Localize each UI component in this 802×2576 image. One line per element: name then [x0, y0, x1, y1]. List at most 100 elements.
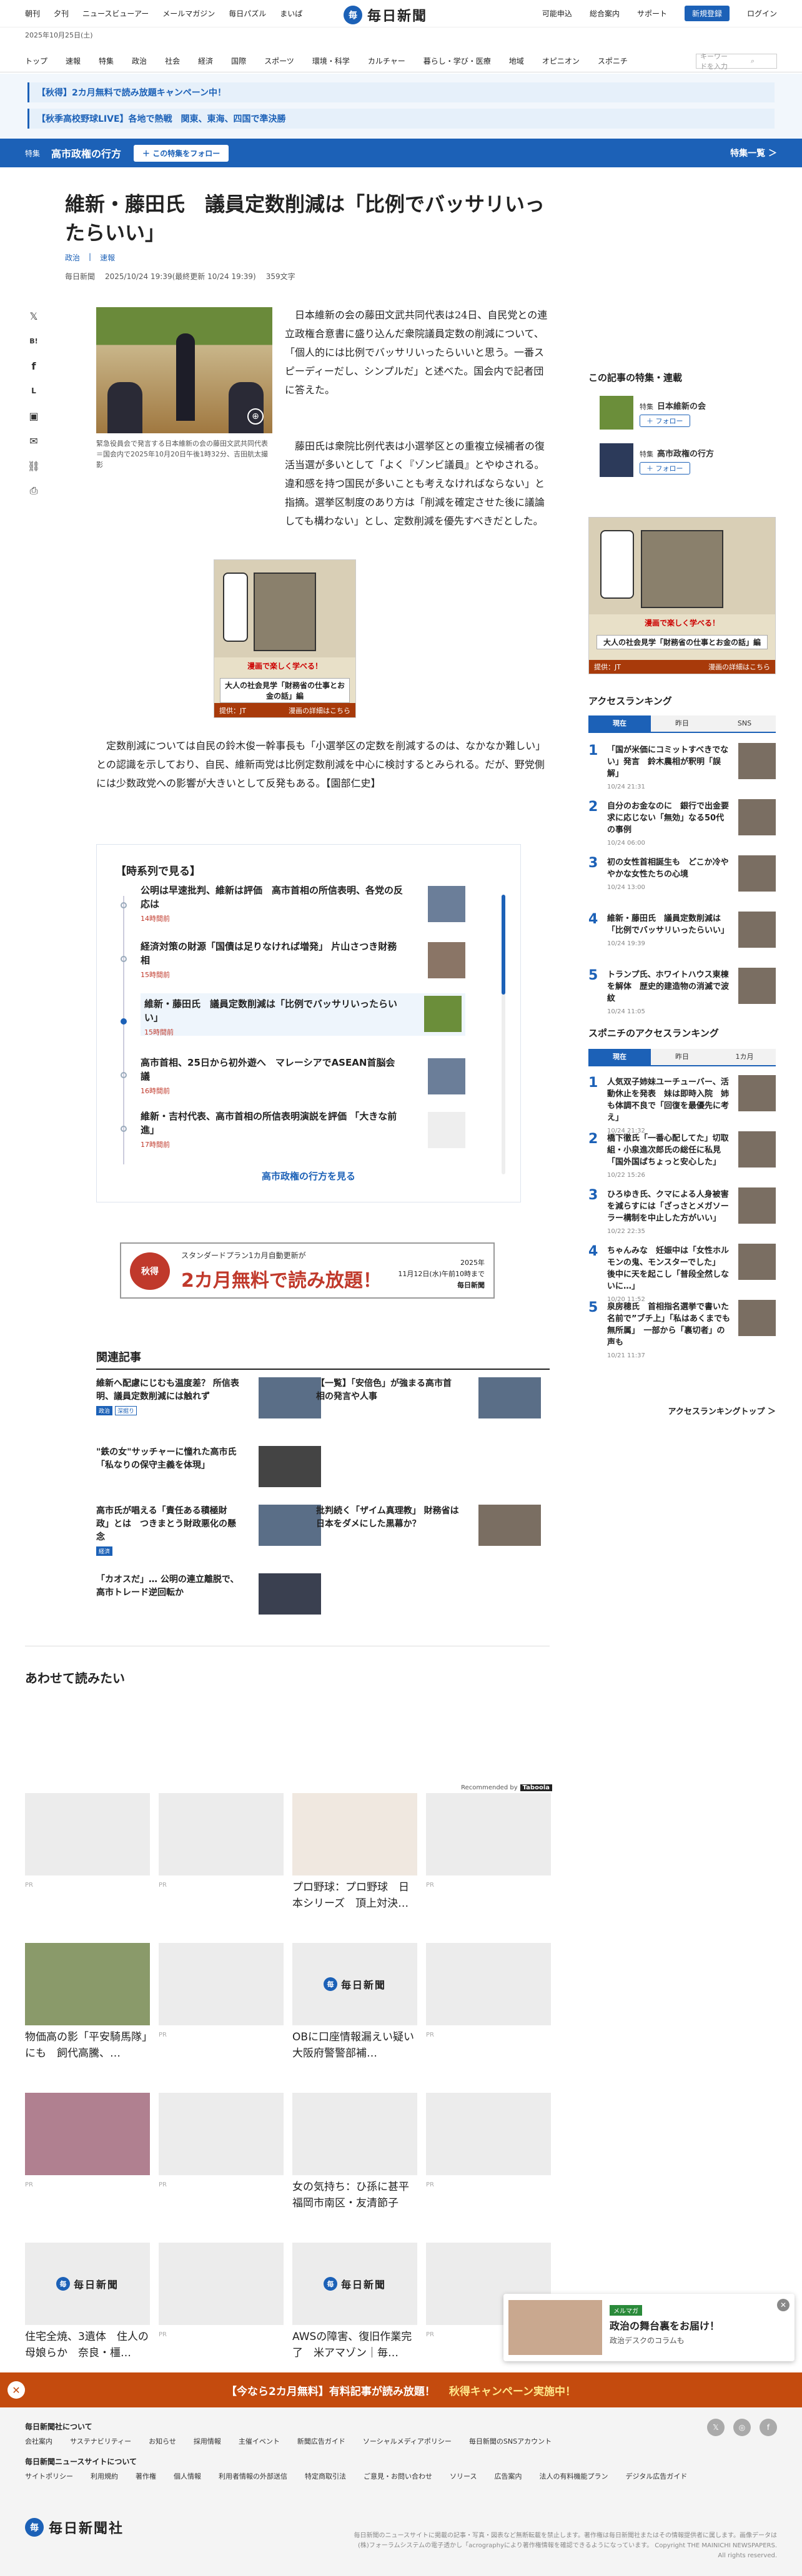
link-icon[interactable]: ⛓: [26, 458, 41, 473]
recommend-tile[interactable]: 物価高の影「平安騎馬隊」にも 飼代高騰、…: [25, 1943, 150, 2062]
footer-link[interactable]: 著作権: [136, 2471, 156, 2481]
recommend-tile[interactable]: 女の気持ち：ひ孫に甚平 福岡市南区・友清節子: [292, 2093, 417, 2211]
footer-link[interactable]: 広告案内: [494, 2471, 522, 2481]
nav-item[interactable]: 特集: [99, 56, 123, 66]
util-link-guide[interactable]: 総合案内: [590, 8, 620, 19]
newsletter-popup[interactable]: メルマガ 政治の舞台裏をお届け！ 政治デスクのコラムも ✕: [503, 2294, 795, 2361]
footer-link[interactable]: 新聞広告ガイド: [297, 2436, 345, 2446]
nav-item[interactable]: 国際: [231, 56, 255, 66]
tab-now[interactable]: 現在: [588, 1049, 651, 1065]
feature-follow-button[interactable]: ＋ この特集をフォロー: [134, 144, 229, 162]
tag-breaking[interactable]: 速報: [100, 252, 115, 263]
recommend-tile[interactable]: PR: [159, 1793, 284, 1889]
timeline-item[interactable]: 維新・吉村代表、高市首相の所信表明演説を評価 「大きな前進」 17時間前: [141, 1109, 465, 1152]
footer-link[interactable]: 採用情報: [194, 2436, 221, 2446]
mail-icon[interactable]: ✉: [26, 433, 41, 448]
ranking-item[interactable]: 3 初の女性首相誕生も どこか冷ややかな女性たちの心境 10/24 13:00: [588, 855, 776, 899]
nav-item[interactable]: 社会: [165, 56, 189, 66]
bottom-campaign-bar[interactable]: ✕ 【今なら2カ月無料】有料記事が読み放題！ 秋得キャンペーン実施中！: [0, 2372, 802, 2407]
footer-link[interactable]: 利用者情報の外部送信: [219, 2471, 287, 2481]
tab-yesterday[interactable]: 昨日: [651, 715, 713, 732]
line-icon[interactable]: L: [26, 383, 41, 398]
instagram-icon[interactable]: ◎: [733, 2419, 751, 2436]
nav-item[interactable]: 暮らし・学び・医療: [423, 56, 500, 66]
recommend-tile[interactable]: PR: [426, 1943, 551, 2038]
related-item[interactable]: 批判続く「ザイム真理教」 財務省は日本をダメにした黒幕か？: [316, 1505, 541, 1550]
ranking-item[interactable]: 4 ちゃんみな 妊娠中は「女性ホルモンの鬼、モンスターでした」 後中に天を起こし「…: [588, 1244, 776, 1303]
facebook-icon[interactable]: f: [26, 358, 41, 373]
ranking-item[interactable]: 2 自分のお金なのに 銀行で出金要求に応じない「無効」なる50代の事例 10/24 …: [588, 799, 776, 847]
timeline-scrollbar[interactable]: [502, 895, 505, 1174]
related-item[interactable]: "鉄の女"サッチャーに憧れた高市氏 「私なりの保守主義を体現」: [96, 1446, 321, 1491]
series-item[interactable]: 特集 高市政権の行方＋ フォロー: [600, 443, 787, 479]
series-follow-button[interactable]: ＋ フォロー: [640, 415, 690, 427]
related-item[interactable]: 高市氏が唱える「責任ある積極財政」とは つきまとう財政悪化の懸念 経済: [96, 1505, 321, 1556]
ranking-top-link[interactable]: アクセスランキングトップ ＞: [588, 1405, 776, 1417]
sidebar-ad-banner[interactable]: 漫画で楽しく学べる！ 大人の社会見学「財務省の仕事とお金の話」編 提供：JT 漫画…: [588, 517, 776, 674]
feature-list-link[interactable]: 特集一覧 ＞: [730, 147, 777, 159]
related-item[interactable]: 「カオスだ」… 公明の連立離脱で、高市トレード逆回転か: [96, 1573, 321, 1618]
hatena-icon[interactable]: B!: [26, 333, 41, 348]
promo-link-campaign[interactable]: 【秋得】2カ月無料で読み放題キャンペーン中！: [27, 82, 775, 102]
register-button[interactable]: 新規登録: [684, 6, 730, 21]
ranking-item[interactable]: 4 維新・藤田氏 議員定数削減は「比例でバッサリいったらいい」 10/24 19:3…: [588, 912, 776, 955]
timeline-item[interactable]: 公明は早速批判、維新は評価 高市首相の所信表明、各党の反応は 14時間前: [141, 883, 465, 926]
nav-item[interactable]: トップ: [25, 56, 57, 66]
x-icon[interactable]: 𝕏: [707, 2419, 725, 2436]
nav-item[interactable]: 政治: [132, 56, 156, 66]
recommend-tile[interactable]: PR: [159, 2243, 284, 2338]
related-item[interactable]: 維新へ配慮にじむも温度差？ 所信表明、議員定数削減には触れず 政治 深掘り: [96, 1377, 321, 1422]
login-button[interactable]: ログイン: [747, 8, 777, 19]
util-link-viewer[interactable]: ニュースビューアー: [82, 8, 149, 19]
recommend-tile[interactable]: PR: [159, 1943, 284, 2038]
footer-link[interactable]: ご意見・お問い合わせ: [364, 2471, 432, 2481]
footer-link[interactable]: 個人情報: [174, 2471, 201, 2481]
nav-item[interactable]: 地域: [509, 56, 533, 66]
tag-politics[interactable]: 政治: [65, 252, 80, 263]
series-follow-button[interactable]: ＋ フォロー: [640, 462, 690, 474]
footer-link[interactable]: 法人の有料機能プラン: [539, 2471, 608, 2481]
nav-item[interactable]: スポーツ: [264, 56, 304, 66]
recommend-tile[interactable]: プロ野球：プロ野球 日本シリーズ 頂上対決…: [292, 1793, 417, 1912]
facebook-icon[interactable]: f: [760, 2419, 777, 2436]
close-icon[interactable]: ✕: [7, 2381, 25, 2399]
nav-item[interactable]: 経済: [198, 56, 222, 66]
nav-item[interactable]: カルチャー: [368, 56, 415, 66]
footer-link[interactable]: サステナビリティー: [70, 2436, 131, 2446]
util-link-puzzle[interactable]: 毎日パズル: [229, 8, 266, 19]
nav-item[interactable]: スポニチ: [598, 56, 637, 66]
ranking-item[interactable]: 5 トランプ氏、ホワイトハウス東棟を解体 歴史的建造物の消滅で波紋 10/24 11…: [588, 968, 776, 1015]
util-link-support[interactable]: サポート: [637, 8, 667, 19]
footer-logo[interactable]: 毎 毎日新聞社: [25, 2517, 124, 2537]
tab-month[interactable]: 1カ月: [713, 1049, 776, 1065]
article-photo[interactable]: ⊕: [96, 307, 272, 433]
nav-item[interactable]: 速報: [66, 56, 90, 66]
search-icon[interactable]: ⌕: [751, 57, 764, 66]
util-link-morning[interactable]: 朝刊: [25, 8, 40, 19]
timeline-item[interactable]: 経済対策の財源「国債は足りなければ増発」 片山さつき財務相 15時間前: [141, 940, 465, 982]
recommend-tile[interactable]: PR: [426, 1793, 551, 1889]
recommend-tile[interactable]: PR: [25, 1793, 150, 1889]
tab-yesterday[interactable]: 昨日: [651, 1049, 713, 1065]
recommend-tile[interactable]: PR: [159, 2093, 284, 2188]
ranking-item[interactable]: 1 「国が米価にコミットすべきでない」発言 鈴木農相が釈明「誤解」 10/24 21…: [588, 743, 776, 790]
timeline-more-link[interactable]: 高市政権の行方を見る: [97, 1169, 520, 1182]
ranking-item[interactable]: 1 人気双子姉妹ユーチューバー、活動休止を発表 妹は即時入院 姉も体調不良で「回復…: [588, 1075, 776, 1134]
tab-now[interactable]: 現在: [588, 715, 651, 732]
ad-banner-manga[interactable]: 漫画で楽しく学べる！ 大人の社会見学「財務省の仕事とお金の話」編 提供：JT 漫画…: [214, 559, 356, 718]
campaign-banner[interactable]: 秋得 スタンダードプラン1カ月自動更新が 2カ月無料で読み放題！ 2025年 11…: [120, 1242, 495, 1299]
nav-item[interactable]: 環境・科学: [312, 56, 359, 66]
close-icon[interactable]: ✕: [777, 2299, 790, 2311]
site-logo[interactable]: 毎 毎日新聞: [344, 5, 427, 25]
footer-link[interactable]: 利用規約: [91, 2471, 118, 2481]
util-link-evening[interactable]: 夕刊: [54, 8, 69, 19]
timeline-item-current[interactable]: 維新・藤田氏 議員定数削減は「比例でバッサリいったらいい」 15時間前: [141, 993, 465, 1036]
footer-link[interactable]: サイトポリシー: [25, 2471, 73, 2481]
recommend-tile[interactable]: 毎毎日新聞 AWSの障害、復旧作業完了 米アマゾン｜毎…: [292, 2243, 417, 2361]
ad-link[interactable]: 漫画の詳細はこちら: [289, 705, 350, 715]
util-link-maipa[interactable]: まいぱ: [280, 8, 302, 19]
x-icon[interactable]: 𝕏: [26, 308, 41, 323]
footer-link[interactable]: 主催イベント: [239, 2436, 280, 2446]
promo-link-baseball[interactable]: 【秋季高校野球LIVE】各地で熱戦 関東、東海、四国で準決勝: [27, 109, 775, 129]
footer-link[interactable]: 会社案内: [25, 2436, 52, 2446]
